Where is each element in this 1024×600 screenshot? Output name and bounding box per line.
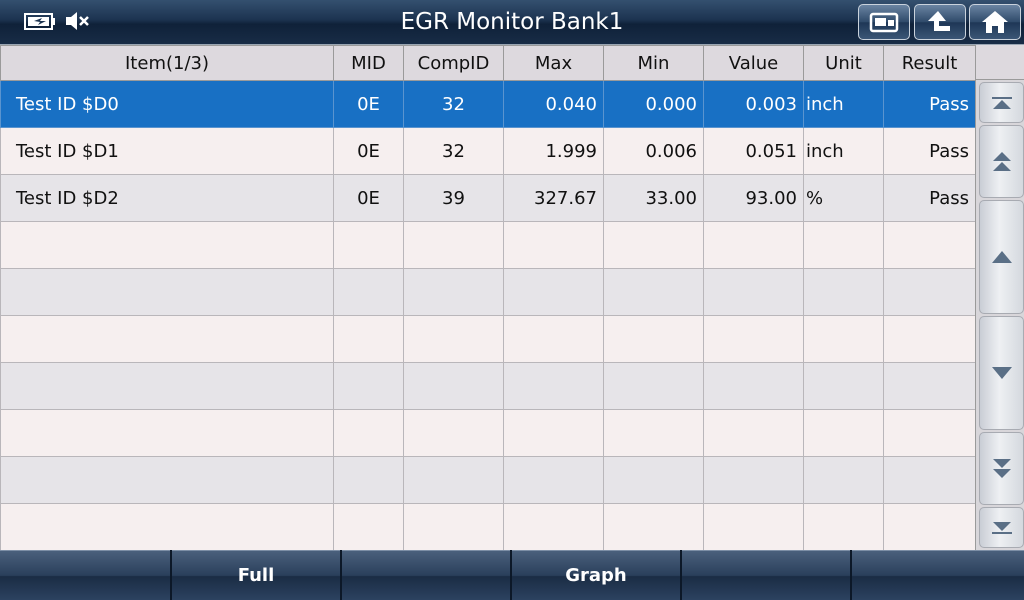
cell-result: Pass — [883, 80, 976, 128]
table-row[interactable]: Test ID $D1 0E 32 1.999 0.006 0.051 inch… — [0, 127, 976, 175]
cell-item: Test ID $D2 — [0, 174, 334, 222]
cell-mid: 0E — [333, 80, 404, 128]
cell-min: 0.006 — [603, 127, 704, 175]
cell-compid: 32 — [403, 80, 504, 128]
cell-min: 0.000 — [603, 80, 704, 128]
column-header-item: Item(1/3) — [0, 45, 334, 81]
cell-value: 0.003 — [703, 80, 804, 128]
scroll-controls — [975, 45, 1024, 550]
scroll-to-bottom-button[interactable] — [979, 507, 1024, 548]
chevron-down-icon — [991, 367, 1012, 379]
footer-button-5[interactable] — [682, 550, 850, 600]
column-header-value: Value — [703, 45, 804, 81]
footer-toolbar: Full Graph — [0, 550, 1024, 600]
empty-row — [0, 409, 976, 457]
scroll-top-icon — [991, 96, 1012, 109]
cell-result: Pass — [883, 127, 976, 175]
empty-row — [0, 456, 976, 504]
cell-unit: inch — [803, 80, 884, 128]
column-header-max: Max — [503, 45, 604, 81]
column-header-mid: MID — [333, 45, 404, 81]
app-window: EGR Monitor Bank1 Item(1/3) MID CompID M… — [0, 0, 1024, 600]
column-header-result: Result — [883, 45, 976, 81]
back-arrow-icon — [928, 11, 950, 31]
full-button[interactable]: Full — [172, 550, 340, 600]
column-header-compid: CompID — [403, 45, 504, 81]
cell-compid: 39 — [403, 174, 504, 222]
cell-compid: 32 — [403, 127, 504, 175]
graph-button[interactable]: Graph — [512, 550, 680, 600]
table-row[interactable]: Test ID $D0 0E 32 0.040 0.000 0.003 inch… — [0, 80, 976, 128]
cell-max: 0.040 — [503, 80, 604, 128]
cell-value: 0.051 — [703, 127, 804, 175]
print-button[interactable] — [858, 4, 910, 40]
empty-row — [0, 315, 976, 363]
cell-item: Test ID $D0 — [0, 80, 334, 128]
monitor-table: Item(1/3) MID CompID Max Min Value Unit … — [0, 45, 976, 551]
cell-unit: inch — [803, 127, 884, 175]
footer-button-1[interactable] — [0, 550, 170, 600]
empty-row — [0, 221, 976, 269]
title-bar: EGR Monitor Bank1 — [0, 0, 1024, 45]
footer-button-6[interactable] — [852, 550, 1024, 600]
chevron-up-icon — [991, 251, 1012, 263]
cell-item: Test ID $D1 — [0, 127, 334, 175]
page-down-button[interactable] — [979, 432, 1024, 505]
cell-max: 1.999 — [503, 127, 604, 175]
scroll-header — [976, 45, 1024, 80]
column-header-unit: Unit — [803, 45, 884, 81]
cell-unit: % — [803, 174, 884, 222]
scroll-up-button[interactable] — [979, 200, 1024, 314]
table-header-row: Item(1/3) MID CompID Max Min Value Unit … — [0, 45, 976, 81]
double-chevron-down-icon — [992, 458, 1011, 478]
cell-mid: 0E — [333, 127, 404, 175]
home-icon — [982, 11, 1008, 33]
empty-row — [0, 268, 976, 316]
scroll-bottom-icon — [991, 521, 1012, 534]
scroll-to-top-button[interactable] — [979, 82, 1024, 123]
print-icon — [869, 12, 899, 33]
home-button[interactable] — [969, 4, 1021, 40]
footer-button-3[interactable] — [342, 550, 510, 600]
column-header-min: Min — [603, 45, 704, 81]
page-up-button[interactable] — [979, 125, 1024, 198]
scroll-down-button[interactable] — [979, 316, 1024, 430]
table-row[interactable]: Test ID $D2 0E 39 327.67 33.00 93.00 % P… — [0, 174, 976, 222]
cell-value: 93.00 — [703, 174, 804, 222]
back-button[interactable] — [914, 4, 966, 40]
cell-result: Pass — [883, 174, 976, 222]
empty-row — [0, 362, 976, 410]
empty-row — [0, 503, 976, 551]
cell-mid: 0E — [333, 174, 404, 222]
cell-min: 33.00 — [603, 174, 704, 222]
double-chevron-up-icon — [992, 151, 1011, 171]
cell-max: 327.67 — [503, 174, 604, 222]
